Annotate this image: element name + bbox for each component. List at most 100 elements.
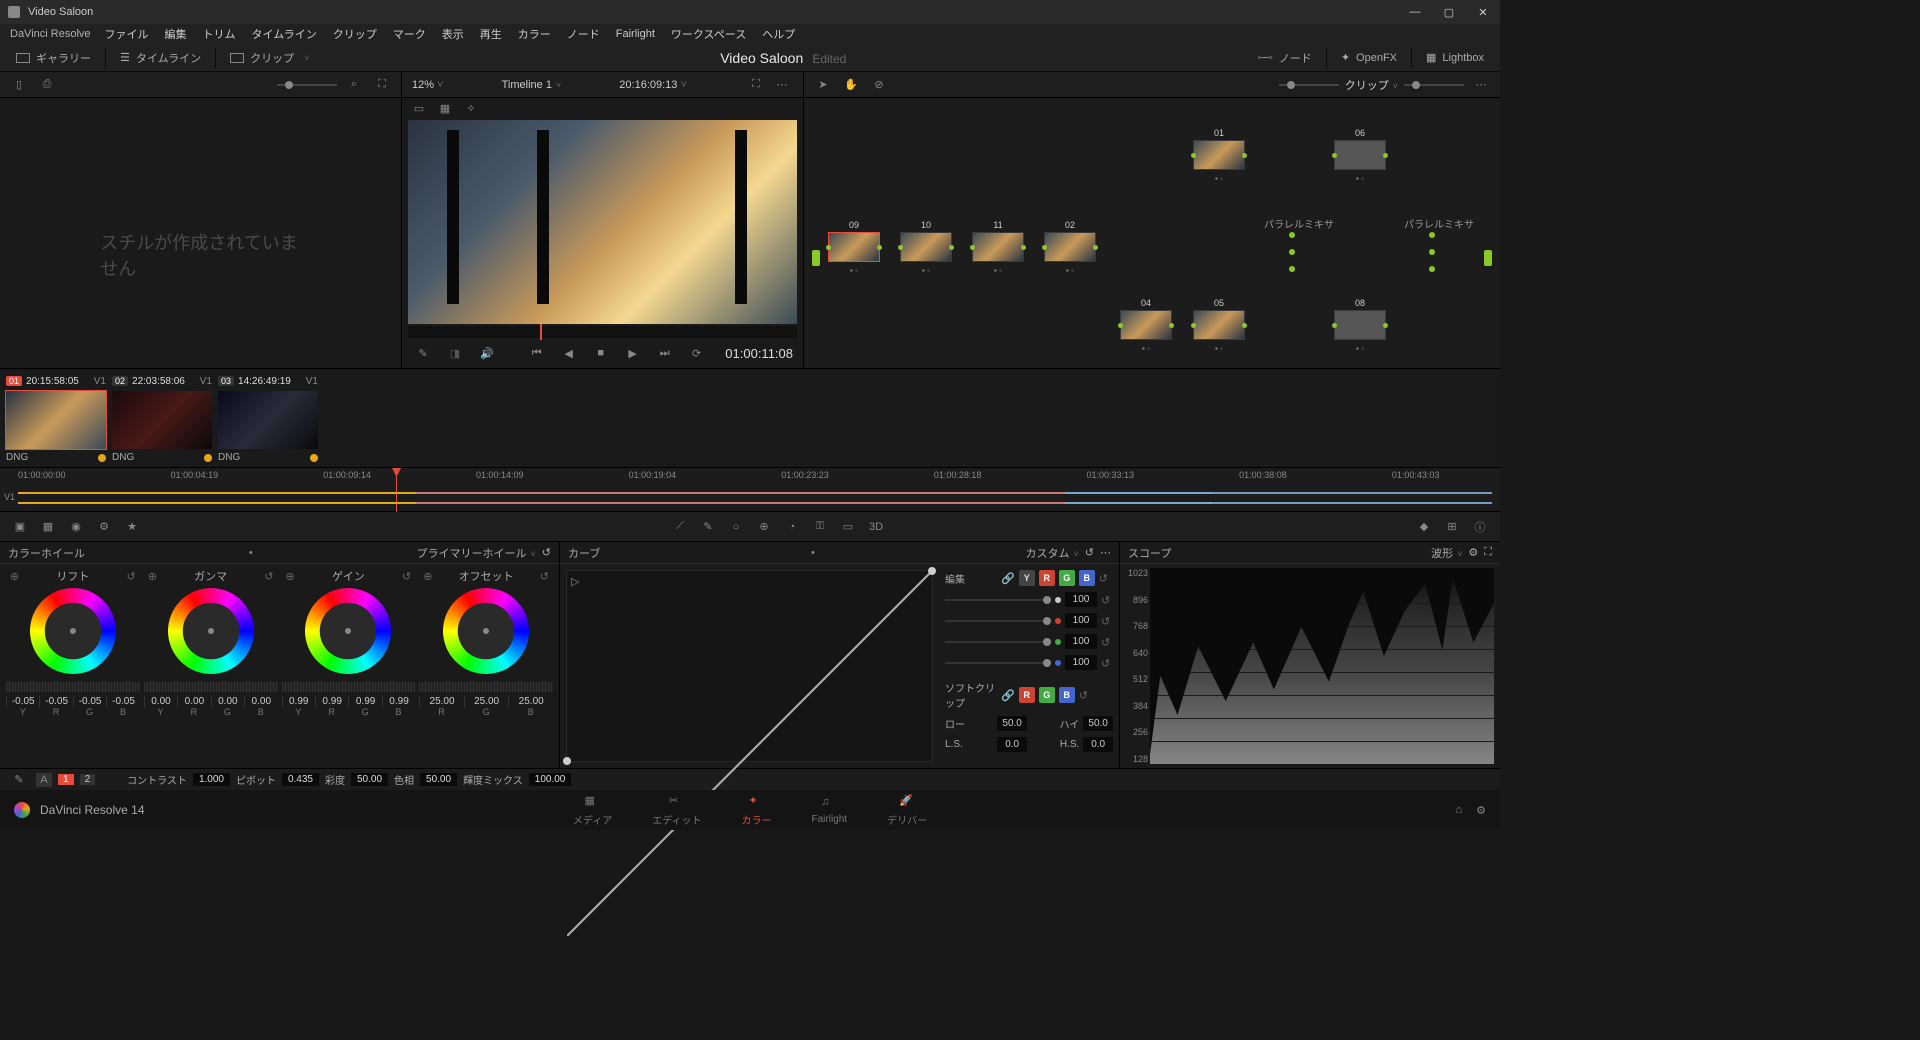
expand-icon[interactable]: ⛶	[371, 75, 393, 95]
page-1-btn[interactable]: 1	[58, 774, 74, 785]
maximize-button[interactable]: ▢	[1432, 0, 1466, 24]
curve-point-white[interactable]	[928, 567, 936, 575]
menu-view[interactable]: 表示	[436, 26, 470, 42]
intensity-y[interactable]: 100	[1065, 592, 1097, 607]
menu-mark[interactable]: マーク	[387, 26, 432, 42]
lummix-value[interactable]: 100.00	[529, 773, 572, 786]
timeline-toggle[interactable]: ☰タイムライン	[112, 46, 209, 70]
reset-r-icon[interactable]: ↺	[1101, 615, 1113, 627]
menu-trim[interactable]: トリム	[197, 26, 242, 42]
wheel-value[interactable]: 25.00	[419, 696, 464, 707]
node-zoom-slider[interactable]	[1279, 84, 1339, 86]
channel-g-btn[interactable]: G	[1059, 570, 1075, 586]
openfx-toggle[interactable]: ✦OpenFX	[1333, 46, 1405, 70]
step-back-icon[interactable]: ◀	[558, 343, 580, 363]
disable-icon[interactable]: ⊘	[868, 75, 890, 95]
wheel-reset-icon[interactable]: ↺	[540, 570, 549, 583]
sc-reset-icon[interactable]: ↺	[1079, 689, 1091, 701]
contrast-value[interactable]: 1.000	[193, 773, 230, 786]
hue-value[interactable]: 50.00	[420, 773, 457, 786]
tab-deliver[interactable]: 🚀デリバー	[887, 794, 927, 827]
wheel-value[interactable]: 0.99	[348, 696, 381, 707]
master-wheel[interactable]	[282, 682, 416, 692]
clips-dropdown[interactable]: クリップ	[1345, 77, 1398, 93]
wheel-value[interactable]: 25.00	[464, 696, 509, 707]
tab-fairlight[interactable]: ♫Fairlight	[812, 796, 848, 825]
wheel-value[interactable]: 0.00	[177, 696, 210, 707]
options-icon[interactable]: ⋯	[771, 75, 793, 95]
wheel-value[interactable]: -0.05	[73, 696, 106, 707]
node-10[interactable]: 10▪ ◦	[900, 220, 952, 275]
sizing-icon[interactable]: ▭	[838, 517, 858, 537]
sat-value[interactable]: 50.00	[351, 773, 388, 786]
play-icon[interactable]: ▶	[622, 343, 644, 363]
edit-reset-icon[interactable]: ↺	[1099, 572, 1111, 584]
curves-options-icon[interactable]: ⋯	[1100, 546, 1111, 559]
wheel-target-icon[interactable]: ⊕	[423, 570, 432, 583]
channel-b-btn[interactable]: B	[1079, 570, 1095, 586]
sc-r-btn[interactable]: R	[1019, 687, 1035, 703]
intensity-g[interactable]: 100	[1065, 634, 1097, 649]
wheel-value[interactable]: -0.05	[6, 696, 39, 707]
primaries-mode[interactable]: プライマリーホイール	[417, 545, 536, 561]
channel-y-btn[interactable]: Y	[1019, 570, 1035, 586]
info-icon[interactable]: ⓘ	[1470, 517, 1490, 537]
curve-point-black[interactable]	[563, 757, 571, 765]
clip-segment-3[interactable]	[1065, 492, 1212, 504]
clip-segment-2[interactable]	[416, 492, 1065, 504]
wheel-value[interactable]: 0.00	[211, 696, 244, 707]
settings-icon[interactable]: ⚙	[1476, 804, 1486, 817]
link-icon[interactable]: 🔗	[1001, 572, 1015, 585]
sc-b-btn[interactable]: B	[1059, 687, 1075, 703]
wheel-value[interactable]: 25.00	[508, 696, 553, 707]
first-frame-icon[interactable]: ⏮	[526, 343, 548, 363]
wheel-reset-icon[interactable]: ↺	[127, 570, 136, 583]
viewer-scrubber[interactable]	[408, 326, 797, 338]
loop-icon[interactable]: ⟳	[686, 343, 708, 363]
last-frame-icon[interactable]: ⏭	[654, 343, 676, 363]
master-wheel[interactable]	[419, 682, 553, 692]
picker-a-icon[interactable]: A	[36, 773, 52, 787]
thumb-size-slider[interactable]	[277, 84, 337, 86]
tracker-icon[interactable]: ⊕	[754, 517, 774, 537]
node-size-slider[interactable]	[1404, 84, 1464, 86]
stop-icon[interactable]: ■	[590, 343, 612, 363]
color-wheel[interactable]	[443, 588, 529, 674]
curve-play-icon[interactable]: ▷	[571, 575, 579, 588]
curves-mode[interactable]: カスタム	[1026, 545, 1079, 561]
wheel-reset-icon[interactable]: ↺	[264, 570, 273, 583]
picker-icon[interactable]: ✎	[412, 343, 434, 363]
wheel-value[interactable]: 0.99	[282, 696, 315, 707]
wheel-target-icon[interactable]: ⊕	[148, 570, 157, 583]
intensity-b[interactable]: 100	[1065, 655, 1097, 670]
wheel-value[interactable]: -0.05	[39, 696, 72, 707]
wheel-value[interactable]: 0.99	[315, 696, 348, 707]
stills-icon[interactable]: ⎙	[36, 75, 58, 95]
master-wheel[interactable]	[144, 682, 278, 692]
intensity-r[interactable]: 100	[1065, 613, 1097, 628]
view-single-icon[interactable]: ▭	[408, 98, 430, 118]
high-value[interactable]: 50.0	[1083, 716, 1113, 731]
nodes-toggle[interactable]: ◦─◦ノード	[1249, 46, 1320, 70]
color-wheel[interactable]	[305, 588, 391, 674]
master-wheel[interactable]	[6, 682, 140, 692]
menu-timeline[interactable]: タイムライン	[246, 26, 323, 42]
qualifier-icon[interactable]: ✎	[698, 517, 718, 537]
clips-toggle[interactable]: クリップ	[222, 46, 317, 70]
motion-icon[interactable]: ★	[122, 517, 142, 537]
bypass-icon[interactable]: ⛶	[745, 75, 767, 95]
color-wheel[interactable]	[168, 588, 254, 674]
source-bar[interactable]	[812, 250, 820, 266]
color-match-icon[interactable]: ▦	[38, 517, 58, 537]
menu-fairlight[interactable]: Fairlight	[610, 28, 661, 40]
menu-color[interactable]: カラー	[512, 26, 557, 42]
reset-icon[interactable]: ↺	[542, 546, 551, 559]
node-06[interactable]: 06▪ ◦	[1334, 128, 1386, 183]
parallel-mixer-1[interactable]	[1288, 228, 1296, 276]
wheel-target-icon[interactable]: ⊕	[10, 570, 19, 583]
rgb-mixer-icon[interactable]: ⚙	[94, 517, 114, 537]
scope-mode[interactable]: 波形	[1431, 545, 1462, 561]
auto-icon[interactable]: ✎	[8, 770, 30, 790]
channel-r-btn[interactable]: R	[1039, 570, 1055, 586]
color-wheels-icon[interactable]: ◉	[66, 517, 86, 537]
